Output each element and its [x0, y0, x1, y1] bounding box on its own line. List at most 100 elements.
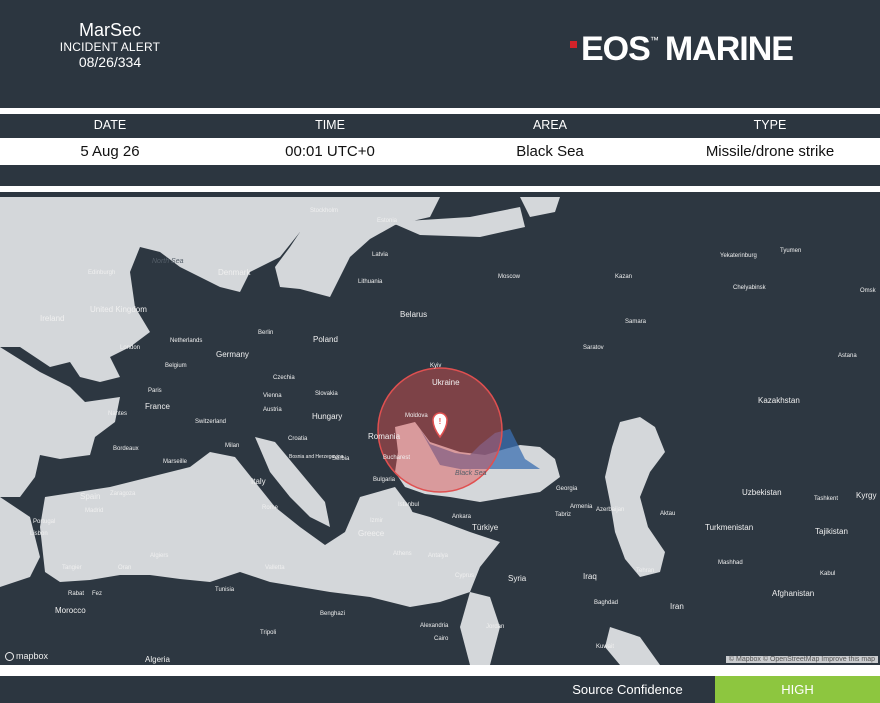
map-label: Bucharest — [383, 455, 410, 461]
map-label: Cyprus — [455, 573, 474, 579]
map-label: Bordeaux — [113, 446, 139, 452]
logo-trademark: ™ — [649, 35, 659, 45]
map-label: Omsk — [860, 288, 877, 294]
column-header-date: DATE — [93, 118, 127, 132]
map-label: Kabul — [820, 571, 835, 577]
map-label: Nantes — [108, 411, 127, 417]
map-label: Lisbon — [30, 531, 48, 537]
map-label: Kyrgy — [856, 491, 876, 500]
map-label: Hungary — [312, 412, 342, 421]
alert-title: MarSec — [78, 20, 141, 40]
map-label: Azerbaijan — [596, 507, 624, 513]
map-label: Tyumen — [780, 248, 801, 254]
map-label: Tangier — [62, 565, 82, 571]
column-header-area: AREA — [532, 118, 568, 132]
logo-marine: MARINE — [664, 29, 794, 68]
column-header-time: TIME — [315, 118, 345, 132]
map-label: Belgium — [165, 363, 187, 369]
map-label: Uzbekistan — [742, 488, 782, 497]
map-label: Syria — [508, 574, 527, 583]
map-label: Moscow — [498, 274, 521, 280]
map-label: Ukraine — [432, 378, 460, 387]
map-label: Algeria — [145, 655, 170, 664]
map-label: Black Sea — [455, 470, 487, 477]
eos-marine-logo: EOS ™ MARINE — [570, 29, 794, 69]
map-label: Türkiye — [472, 523, 499, 532]
map-attribution[interactable]: © Mapbox © OpenStreetMap Improve this ma… — [725, 656, 878, 663]
map-label: Aktau — [660, 511, 675, 517]
logo-accent-square — [570, 40, 577, 48]
map-label: Croatia — [288, 436, 308, 442]
map-label: Marseille — [163, 459, 188, 465]
map-label: Vienna — [263, 393, 282, 399]
map-label: Austria — [263, 407, 282, 413]
incident-marker-glyph: ! — [439, 417, 442, 426]
map-label: Milan — [225, 443, 239, 449]
map-label: Cairo — [434, 636, 449, 642]
map-label: Afghanistan — [772, 589, 814, 598]
map-label: Madrid — [85, 508, 103, 514]
map-label: Italy — [251, 477, 266, 486]
map-label: Tripoli — [260, 630, 276, 636]
alert-reference: 08/26/334 — [78, 54, 142, 71]
map-label: Belarus — [400, 310, 427, 319]
incident-type: Missile/drone strike — [705, 143, 835, 160]
map-label: Georgia — [556, 486, 578, 492]
map-label: Kazakhstan — [758, 396, 800, 405]
map-label: Tehran — [636, 568, 654, 574]
map-label: Iran — [670, 602, 684, 611]
map-label: Slovakia — [315, 391, 338, 397]
map-label: Kuwait — [596, 644, 614, 650]
map-label: Yekaterinburg — [720, 253, 757, 259]
map-label: Valletta — [265, 565, 285, 571]
map-label: Baghdad — [594, 600, 618, 606]
map-label: Edinburgh — [88, 270, 115, 276]
map-label: Benghazi — [320, 611, 345, 617]
incident-date: 5 Aug 26 — [80, 143, 140, 160]
map-canvas[interactable]: ! North Sea Black Sea Denmark Edinburgh … — [0, 197, 880, 665]
divider — [0, 186, 880, 192]
map-label: Ankara — [452, 514, 472, 520]
map-label: Fez — [92, 591, 102, 597]
incident-area: Black Sea — [516, 143, 584, 160]
map-label: Czechia — [273, 375, 295, 381]
map-label: Netherlands — [170, 338, 202, 344]
alert-subtitle: INCIDENT ALERT — [59, 39, 161, 54]
map-label: Izmir — [370, 518, 383, 524]
mapbox-wordmark: mapbox — [16, 651, 49, 661]
map-label: Kazan — [615, 274, 632, 280]
map-label: North Sea — [152, 258, 184, 265]
map-label: Istanbul — [398, 502, 419, 508]
alert-title-block: MarSec INCIDENT ALERT 08/26/334 — [50, 20, 170, 71]
map-label: Antalya — [428, 553, 449, 559]
map-label: Paris — [148, 388, 162, 394]
map-label: France — [145, 402, 170, 411]
incident-table-row: 5 Aug 26 00:01 UTC+0 Black Sea Missile/d… — [0, 138, 880, 165]
map-label: Portugal — [33, 519, 55, 525]
map-label: Astana — [838, 353, 857, 359]
map-label: Tunisia — [215, 587, 235, 593]
map-label: Moldova — [405, 413, 428, 419]
source-confidence-badge: HIGH — [715, 676, 880, 703]
logo-eos: EOS — [581, 29, 651, 68]
map-label: Tashkent — [814, 496, 838, 502]
divider — [0, 665, 880, 676]
map-label: Athens — [393, 551, 412, 557]
map-label: Germany — [216, 350, 249, 359]
map-label: Rabat — [68, 591, 84, 597]
map-label: Alexandria — [420, 623, 449, 629]
map-label: Ireland — [40, 314, 64, 323]
map-label: Mashhad — [718, 560, 743, 566]
map-label: Estonia — [377, 218, 398, 224]
alert-header: MarSec INCIDENT ALERT 08/26/334 EOS ™ MA… — [0, 0, 880, 108]
map-label: Armenia — [570, 504, 593, 510]
map-label: Denmark — [218, 268, 251, 277]
column-header-type: TYPE — [753, 118, 787, 132]
map-label: Saratov — [583, 345, 604, 351]
mapbox-icon — [5, 651, 14, 661]
mapbox-logo[interactable]: mapbox — [5, 651, 48, 661]
map-label: Poland — [313, 335, 338, 344]
map-label: United Kingdom — [90, 305, 147, 314]
incident-map[interactable]: ! North Sea Black Sea Denmark Edinburgh … — [0, 197, 880, 665]
map-label: Turkmenistan — [705, 523, 753, 532]
